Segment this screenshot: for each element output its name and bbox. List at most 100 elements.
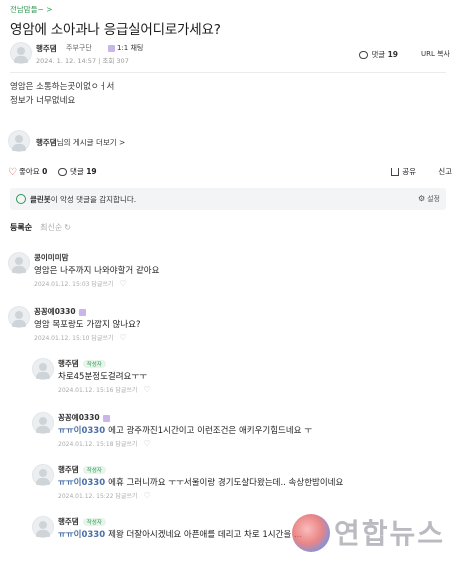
author-box-text: 행주댐님의 게시글 더보기 > [36, 137, 125, 148]
reply-author[interactable]: 행주댐 작성자 [58, 464, 106, 475]
reply-text: ㅠㅠ이0330 에고 광주까진1시간이고 이런조건은 애키우기힘드네요 ㅜ [58, 424, 312, 436]
reply-author-name: 행주댐 [58, 359, 79, 368]
gear-icon: ⚙ [417, 194, 426, 203]
comment-author[interactable]: 콩이미미맘 [34, 252, 69, 263]
chat-label: 1:1 채팅 [117, 44, 144, 52]
comment-avatar[interactable] [8, 306, 30, 328]
reply-meta: 2024.01.12. 15:16 답글쓰기 ♡ [58, 385, 151, 394]
reply-mention[interactable]: ㅠㅠ이0330 [58, 426, 105, 436]
reply-text: ㅠㅠ이0330 에휴 그러니까요 ㅜㅜ서울이랑 경기도살다왔는데.. 속상한밤이네… [58, 476, 343, 488]
reply-text: 차로45분정도걸려요ㅜㅜ [58, 372, 148, 382]
cleanbot-setting-button[interactable]: ⚙ 설정 [418, 194, 440, 204]
watermark-logo-icon [292, 514, 330, 552]
comment-like-icon[interactable]: ♡ [119, 333, 126, 342]
author-box-suffix: 님의 게시글 더보기 > [56, 138, 126, 147]
reply-like-icon[interactable]: ♡ [143, 385, 150, 394]
board-link[interactable]: 전남맘들~ > [10, 4, 53, 15]
reply-text: ㅠㅠ이0330 제왕 더잘아시겠네요 아픈애를 데리고 차로 1시간을 ... [58, 528, 302, 540]
reply-meta: 2024.01.12. 15:22 답글쓰기 ♡ [58, 491, 151, 500]
sort-latest-tab[interactable]: 최신순 [40, 223, 62, 232]
reply-mention[interactable]: ㅠㅠ이0330 [58, 478, 105, 488]
comment-author-name: 꽁꽁예0330 [34, 307, 76, 316]
reply-like-icon[interactable]: ♡ [143, 491, 150, 500]
comment-text: 영암은 나주까지 나와야할거 같아요 [34, 266, 160, 276]
watermark: 연합뉴스 [292, 512, 452, 560]
comment-count-button[interactable]: 댓글 19 [359, 49, 398, 60]
reply-avatar[interactable] [32, 358, 54, 380]
level-badge-icon [78, 308, 86, 316]
reply-avatar[interactable] [32, 516, 54, 538]
watermark-text: 연합뉴스 [334, 517, 446, 550]
reply-label: 댓글 [70, 167, 84, 176]
comment-meta: 2024.01.12. 15:03 답글쓰기 ♡ [34, 279, 127, 288]
reply-author[interactable]: 행주댐 작성자 [58, 516, 106, 527]
author-more-posts[interactable]: 행주댐님의 게시글 더보기 > [8, 130, 208, 154]
comment-like-icon[interactable]: ♡ [119, 279, 126, 288]
sort-row: 등록순 최신순 ↻ [10, 222, 71, 233]
comment-bubble-icon [58, 168, 67, 176]
author-row: 행주댐 주부구단 1:1 채팅 2024. 1. 12. 14:57 | 조회 … [10, 40, 450, 68]
level-badge-icon [108, 44, 115, 52]
reply-avatar[interactable] [32, 464, 54, 486]
share-button[interactable]: 공유 [391, 166, 416, 177]
chat-button[interactable]: 1:1 채팅 [108, 43, 143, 53]
author-avatar[interactable] [10, 42, 32, 64]
reply-meta-text: 2024.01.12. 15:16 답글쓰기 [58, 387, 138, 394]
cleanbot-icon [16, 194, 26, 204]
author-box-name: 행주댐 [36, 138, 57, 147]
reply-meta: 2024.01.12. 15:18 답글쓰기 ♡ [58, 439, 151, 448]
reply-item: 꽁꽁예0330 ㅠㅠ이0330 에고 광주까진1시간이고 이런조건은 애키우기힘드… [32, 410, 442, 450]
level-badge-icon [102, 414, 110, 422]
reply-author-name: 행주댐 [58, 465, 79, 474]
author-tag: 작성자 [82, 466, 106, 474]
post-title: 영암에 소아과나 응급실어디로가세요? [10, 22, 221, 38]
cleanbot-name: 클린봇 [30, 195, 51, 204]
comment-item: 콩이미미맘 영암은 나주까지 나와야할거 같아요 2024.01.12. 15:… [8, 250, 438, 290]
comment-count: 19 [387, 50, 398, 59]
reply-meta-text: 2024.01.12. 15:22 답글쓰기 [58, 493, 138, 500]
reply-item: 행주댐 작성자 ㅠㅠ이0330 에휴 그러니까요 ㅜㅜ서울이랑 경기도살다왔는데..… [32, 462, 442, 502]
comment-meta: 2024.01.12. 15:10 답글쓰기 ♡ [34, 333, 127, 342]
reply-mention[interactable]: ㅠㅠ이0330 [58, 530, 105, 540]
reply-count: 19 [86, 167, 97, 176]
comment-item: 꽁꽁예0330 영암 목포랑도 가깝지 않나요? 2024.01.12. 15:… [8, 304, 438, 344]
url-copy-button[interactable]: URL 복사 [421, 49, 450, 59]
comment-author[interactable]: 꽁꽁예0330 [34, 306, 86, 317]
author-name[interactable]: 행주댐 [36, 43, 57, 54]
setting-label: 설정 [427, 195, 440, 203]
reply-author[interactable]: 행주댐 작성자 [58, 358, 106, 369]
author-role: 주부구단 [66, 44, 92, 52]
reply-item: 행주댐 작성자 차로45분정도걸려요ㅜㅜ 2024.01.12. 15:16 답글… [32, 356, 442, 396]
post-body-line: 정보가 너무없네요 [10, 96, 76, 106]
comment-meta-text: 2024.01.12. 15:03 답글쓰기 [34, 281, 114, 288]
like-button[interactable]: ♡ 좋아요 0 [8, 166, 47, 178]
reply-text-content: 에휴 그러니까요 ㅜㅜ서울이랑 경기도살다왔는데.. 속상한밤이네요 [108, 478, 344, 488]
comment-meta-text: 2024.01.12. 15:10 답글쓰기 [34, 335, 114, 342]
author-tag: 작성자 [82, 518, 106, 526]
report-button[interactable]: 신고 [438, 166, 452, 177]
reply-like-icon[interactable]: ♡ [143, 439, 150, 448]
author-box-avatar [8, 130, 30, 152]
share-label: 공유 [402, 167, 416, 176]
action-row: ♡ 좋아요 0 댓글 19 공유 신고 [8, 166, 454, 180]
comment-bubble-icon [359, 51, 369, 59]
author-tag: 작성자 [82, 360, 106, 368]
reply-author-name: 행주댐 [58, 517, 79, 526]
share-icon [391, 168, 400, 176]
reply-button[interactable]: 댓글 19 [58, 166, 97, 177]
comment-text: 영암 목포랑도 가깝지 않나요? [34, 320, 141, 330]
comment-label: 댓글 [371, 50, 386, 59]
refresh-icon[interactable]: ↻ [64, 223, 71, 232]
reply-avatar[interactable] [32, 412, 54, 434]
comment-avatar[interactable] [8, 252, 30, 274]
cleanbot-text: 클린봇이 악성 댓글을 감지합니다. [30, 194, 136, 205]
sort-registered-tab[interactable]: 등록순 [10, 223, 32, 232]
heart-icon: ♡ [8, 166, 17, 178]
reply-author[interactable]: 꽁꽁예0330 [58, 412, 110, 423]
reply-text-content: 제왕 더잘아시겠네요 아픈애를 데리고 차로 1시간을 ... [108, 530, 303, 540]
like-label: 좋아요 [18, 167, 40, 176]
post-body-line: 영암은 소통하는곳이없ㅇㅓ서 [10, 82, 115, 92]
reply-meta-text: 2024.01.12. 15:18 답글쓰기 [58, 441, 138, 448]
post-meta: 2024. 1. 12. 14:57 | 조회 307 [36, 57, 129, 65]
cleanbot-banner: 클린봇이 악성 댓글을 감지합니다. ⚙ 설정 [10, 188, 446, 210]
